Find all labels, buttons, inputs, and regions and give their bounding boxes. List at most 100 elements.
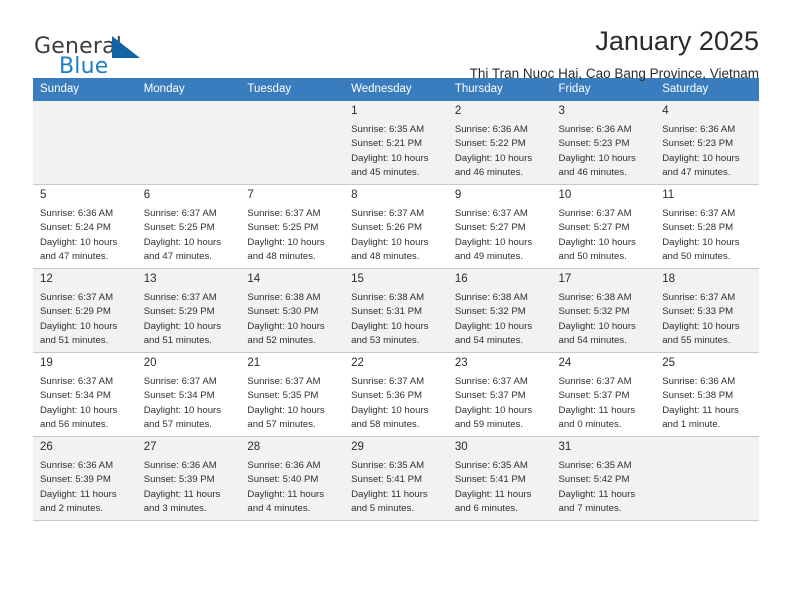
day-sun-details: Sunrise: 6:36 AM Sunset: 5:22 PM Dayligh… <box>454 123 533 179</box>
calendar-day-cell[interactable]: 11 Sunrise: 6:37 AM Sunset: 5:28 PM Dayli… <box>655 184 759 269</box>
day-number: 14 <box>247 273 261 285</box>
day-sun-details: Sunrise: 6:37 AM Sunset: 5:34 PM Dayligh… <box>143 375 222 431</box>
day-cell-content: 8 Sunrise: 6:37 AM Sunset: 5:26 PM Daylig… <box>344 185 448 268</box>
day-cell-content: 14 Sunrise: 6:38 AM Sunset: 5:30 PM Dayli… <box>240 269 344 352</box>
calendar-day-cell[interactable]: 18 Sunrise: 6:37 AM Sunset: 5:33 PM Dayli… <box>655 268 759 353</box>
day-number: 21 <box>247 357 261 369</box>
day-number: 4 <box>662 105 669 117</box>
calendar-day-cell[interactable]: 17 Sunrise: 6:38 AM Sunset: 5:32 PM Dayli… <box>551 268 656 353</box>
day-cell-content: 26 Sunrise: 6:36 AM Sunset: 5:39 PM Dayli… <box>33 437 137 520</box>
calendar-day-cell[interactable]: 23 Sunrise: 6:37 AM Sunset: 5:37 PM Dayli… <box>447 352 552 437</box>
day-cell-content: 19 Sunrise: 6:37 AM Sunset: 5:34 PM Dayli… <box>33 353 137 436</box>
calendar-day-cell[interactable]: 14 Sunrise: 6:38 AM Sunset: 5:30 PM Dayli… <box>240 268 345 353</box>
day-cell-content: 23 Sunrise: 6:37 AM Sunset: 5:37 PM Dayli… <box>448 353 552 436</box>
day-cell-content: 4 Sunrise: 6:36 AM Sunset: 5:23 PM Daylig… <box>655 101 759 184</box>
day-sun-details: Sunrise: 6:37 AM Sunset: 5:35 PM Dayligh… <box>247 375 325 431</box>
day-cell-content: 31 Sunrise: 6:35 AM Sunset: 5:42 PM Dayli… <box>552 437 656 520</box>
day-number: 18 <box>662 273 676 285</box>
day-sun-details: Sunrise: 6:37 AM Sunset: 5:25 PM Dayligh… <box>143 207 222 263</box>
day-cell-content: 10 Sunrise: 6:37 AM Sunset: 5:27 PM Dayli… <box>552 185 656 268</box>
day-number: 17 <box>558 273 572 285</box>
day-sun-details: Sunrise: 6:37 AM Sunset: 5:29 PM Dayligh… <box>143 291 222 347</box>
title-block: January 2025 Thi Tran Nuoc Hai, Cao Bang… <box>163 26 759 82</box>
calendar-day-cell[interactable]: 30 Sunrise: 6:35 AM Sunset: 5:41 PM Dayli… <box>447 436 552 521</box>
day-sun-details: Sunrise: 6:37 AM Sunset: 5:28 PM Dayligh… <box>662 207 740 263</box>
day-number: 10 <box>558 189 572 201</box>
page-subtitle: Thi Tran Nuoc Hai, Cao Bang Province, Vi… <box>469 66 759 82</box>
day-sun-details: Sunrise: 6:35 AM Sunset: 5:41 PM Dayligh… <box>454 459 532 515</box>
calendar-week-row: 1 Sunrise: 6:35 AM Sunset: 5:21 PM Daylig… <box>33 101 759 185</box>
general-blue-logo[interactable]: General Blue <box>33 26 163 82</box>
day-sun-details: Sunrise: 6:37 AM Sunset: 5:27 PM Dayligh… <box>558 207 636 263</box>
calendar-cell-empty <box>240 101 345 185</box>
calendar-day-cell[interactable]: 31 Sunrise: 6:35 AM Sunset: 5:42 PM Dayli… <box>551 436 656 521</box>
day-cell-content: 3 Sunrise: 6:36 AM Sunset: 5:23 PM Daylig… <box>552 101 656 184</box>
day-sun-details: Sunrise: 6:36 AM Sunset: 5:23 PM Dayligh… <box>662 123 740 179</box>
day-cell-content: 16 Sunrise: 6:38 AM Sunset: 5:32 PM Dayli… <box>448 269 552 352</box>
day-cell-content: 29 Sunrise: 6:35 AM Sunset: 5:41 PM Dayli… <box>344 437 448 520</box>
calendar-page: General Blue January 2025 Thi Tran Nuoc … <box>0 0 792 612</box>
calendar-day-cell[interactable]: 22 Sunrise: 6:37 AM Sunset: 5:36 PM Dayli… <box>344 352 448 437</box>
day-cell-content: 15 Sunrise: 6:38 AM Sunset: 5:31 PM Dayli… <box>344 269 448 352</box>
day-cell-content: 6 Sunrise: 6:37 AM Sunset: 5:25 PM Daylig… <box>137 185 241 268</box>
calendar-day-cell[interactable]: 24 Sunrise: 6:37 AM Sunset: 5:37 PM Dayli… <box>551 352 656 437</box>
day-sun-details: Sunrise: 6:36 AM Sunset: 5:24 PM Dayligh… <box>40 207 118 263</box>
day-sun-details: Sunrise: 6:36 AM Sunset: 5:39 PM Dayligh… <box>40 459 117 515</box>
calendar-day-cell[interactable]: 2 Sunrise: 6:36 AM Sunset: 5:22 PM Daylig… <box>447 101 552 185</box>
day-sun-details: Sunrise: 6:37 AM Sunset: 5:29 PM Dayligh… <box>40 291 118 347</box>
calendar-day-cell[interactable]: 19 Sunrise: 6:37 AM Sunset: 5:34 PM Dayli… <box>33 352 137 437</box>
day-sun-details: Sunrise: 6:36 AM Sunset: 5:40 PM Dayligh… <box>247 459 325 515</box>
day-sun-details: Sunrise: 6:38 AM Sunset: 5:32 PM Dayligh… <box>454 291 533 347</box>
day-number: 13 <box>143 273 157 285</box>
day-number: 16 <box>454 273 468 285</box>
calendar-day-cell[interactable]: 26 Sunrise: 6:36 AM Sunset: 5:39 PM Dayli… <box>33 436 137 521</box>
day-number: 7 <box>247 189 254 201</box>
calendar-cell-empty <box>136 101 241 185</box>
calendar-day-cell[interactable]: 15 Sunrise: 6:38 AM Sunset: 5:31 PM Dayli… <box>344 268 448 353</box>
day-cell-content: 27 Sunrise: 6:36 AM Sunset: 5:39 PM Dayli… <box>137 437 241 520</box>
calendar-day-cell[interactable]: 27 Sunrise: 6:36 AM Sunset: 5:39 PM Dayli… <box>136 436 241 521</box>
day-number: 24 <box>558 357 572 369</box>
day-number: 22 <box>351 357 364 369</box>
calendar-day-cell[interactable]: 21 Sunrise: 6:37 AM Sunset: 5:35 PM Dayli… <box>240 352 345 437</box>
calendar-day-cell[interactable]: 1 Sunrise: 6:35 AM Sunset: 5:21 PM Daylig… <box>344 101 448 185</box>
day-number: 26 <box>40 441 53 453</box>
day-sun-details: Sunrise: 6:35 AM Sunset: 5:21 PM Dayligh… <box>351 123 429 179</box>
calendar-day-cell[interactable]: 10 Sunrise: 6:37 AM Sunset: 5:27 PM Dayli… <box>551 184 656 269</box>
day-number: 11 <box>662 189 675 201</box>
day-sun-details: Sunrise: 6:35 AM Sunset: 5:41 PM Dayligh… <box>351 459 428 515</box>
day-cell-content: 20 Sunrise: 6:37 AM Sunset: 5:34 PM Dayli… <box>137 353 241 436</box>
calendar-day-cell[interactable]: 29 Sunrise: 6:35 AM Sunset: 5:41 PM Dayli… <box>344 436 448 521</box>
calendar-day-cell[interactable]: 8 Sunrise: 6:37 AM Sunset: 5:26 PM Daylig… <box>344 184 448 269</box>
calendar-cell-empty <box>655 436 759 521</box>
calendar-week-row: 26 Sunrise: 6:36 AM Sunset: 5:39 PM Dayli… <box>33 436 759 521</box>
calendar-day-cell[interactable]: 6 Sunrise: 6:37 AM Sunset: 5:25 PM Daylig… <box>136 184 241 269</box>
day-cell-content: 7 Sunrise: 6:37 AM Sunset: 5:25 PM Daylig… <box>240 185 344 268</box>
calendar-day-cell[interactable]: 3 Sunrise: 6:36 AM Sunset: 5:23 PM Daylig… <box>551 101 656 185</box>
calendar-week-row: 5 Sunrise: 6:36 AM Sunset: 5:24 PM Daylig… <box>33 184 759 269</box>
calendar-cell-empty <box>33 101 137 185</box>
calendar-day-cell[interactable]: 5 Sunrise: 6:36 AM Sunset: 5:24 PM Daylig… <box>33 184 137 269</box>
day-cell-content: 21 Sunrise: 6:37 AM Sunset: 5:35 PM Dayli… <box>240 353 344 436</box>
day-cell-content: 18 Sunrise: 6:37 AM Sunset: 5:33 PM Dayli… <box>655 269 759 352</box>
calendar-day-cell[interactable]: 28 Sunrise: 6:36 AM Sunset: 5:40 PM Dayli… <box>240 436 345 521</box>
day-cell-content: 1 Sunrise: 6:35 AM Sunset: 5:21 PM Daylig… <box>344 101 448 184</box>
day-sun-details: Sunrise: 6:38 AM Sunset: 5:31 PM Dayligh… <box>351 291 429 347</box>
calendar-day-cell[interactable]: 13 Sunrise: 6:37 AM Sunset: 5:29 PM Dayli… <box>136 268 241 353</box>
day-number: 25 <box>662 357 676 369</box>
day-sun-details: Sunrise: 6:37 AM Sunset: 5:37 PM Dayligh… <box>558 375 636 431</box>
calendar-day-cell[interactable]: 12 Sunrise: 6:37 AM Sunset: 5:29 PM Dayli… <box>33 268 137 353</box>
calendar-body: 1 Sunrise: 6:35 AM Sunset: 5:21 PM Daylig… <box>33 101 759 521</box>
logo-triangle-icon <box>112 36 140 58</box>
day-sun-details: Sunrise: 6:37 AM Sunset: 5:26 PM Dayligh… <box>351 207 429 263</box>
calendar-day-cell[interactable]: 25 Sunrise: 6:36 AM Sunset: 5:38 PM Dayli… <box>655 352 759 437</box>
calendar-day-cell[interactable]: 4 Sunrise: 6:36 AM Sunset: 5:23 PM Daylig… <box>655 101 759 185</box>
day-number: 5 <box>40 189 47 201</box>
calendar-day-cell[interactable]: 16 Sunrise: 6:38 AM Sunset: 5:32 PM Dayli… <box>447 268 552 353</box>
calendar-day-cell[interactable]: 9 Sunrise: 6:37 AM Sunset: 5:27 PM Daylig… <box>447 184 552 269</box>
calendar-day-cell[interactable]: 20 Sunrise: 6:37 AM Sunset: 5:34 PM Dayli… <box>136 352 241 437</box>
day-sun-details: Sunrise: 6:36 AM Sunset: 5:23 PM Dayligh… <box>558 123 636 179</box>
calendar-day-cell[interactable]: 7 Sunrise: 6:37 AM Sunset: 5:25 PM Daylig… <box>240 184 345 269</box>
day-cell-content: 25 Sunrise: 6:36 AM Sunset: 5:38 PM Dayli… <box>655 353 759 436</box>
day-cell-content: 2 Sunrise: 6:36 AM Sunset: 5:22 PM Daylig… <box>448 101 552 184</box>
